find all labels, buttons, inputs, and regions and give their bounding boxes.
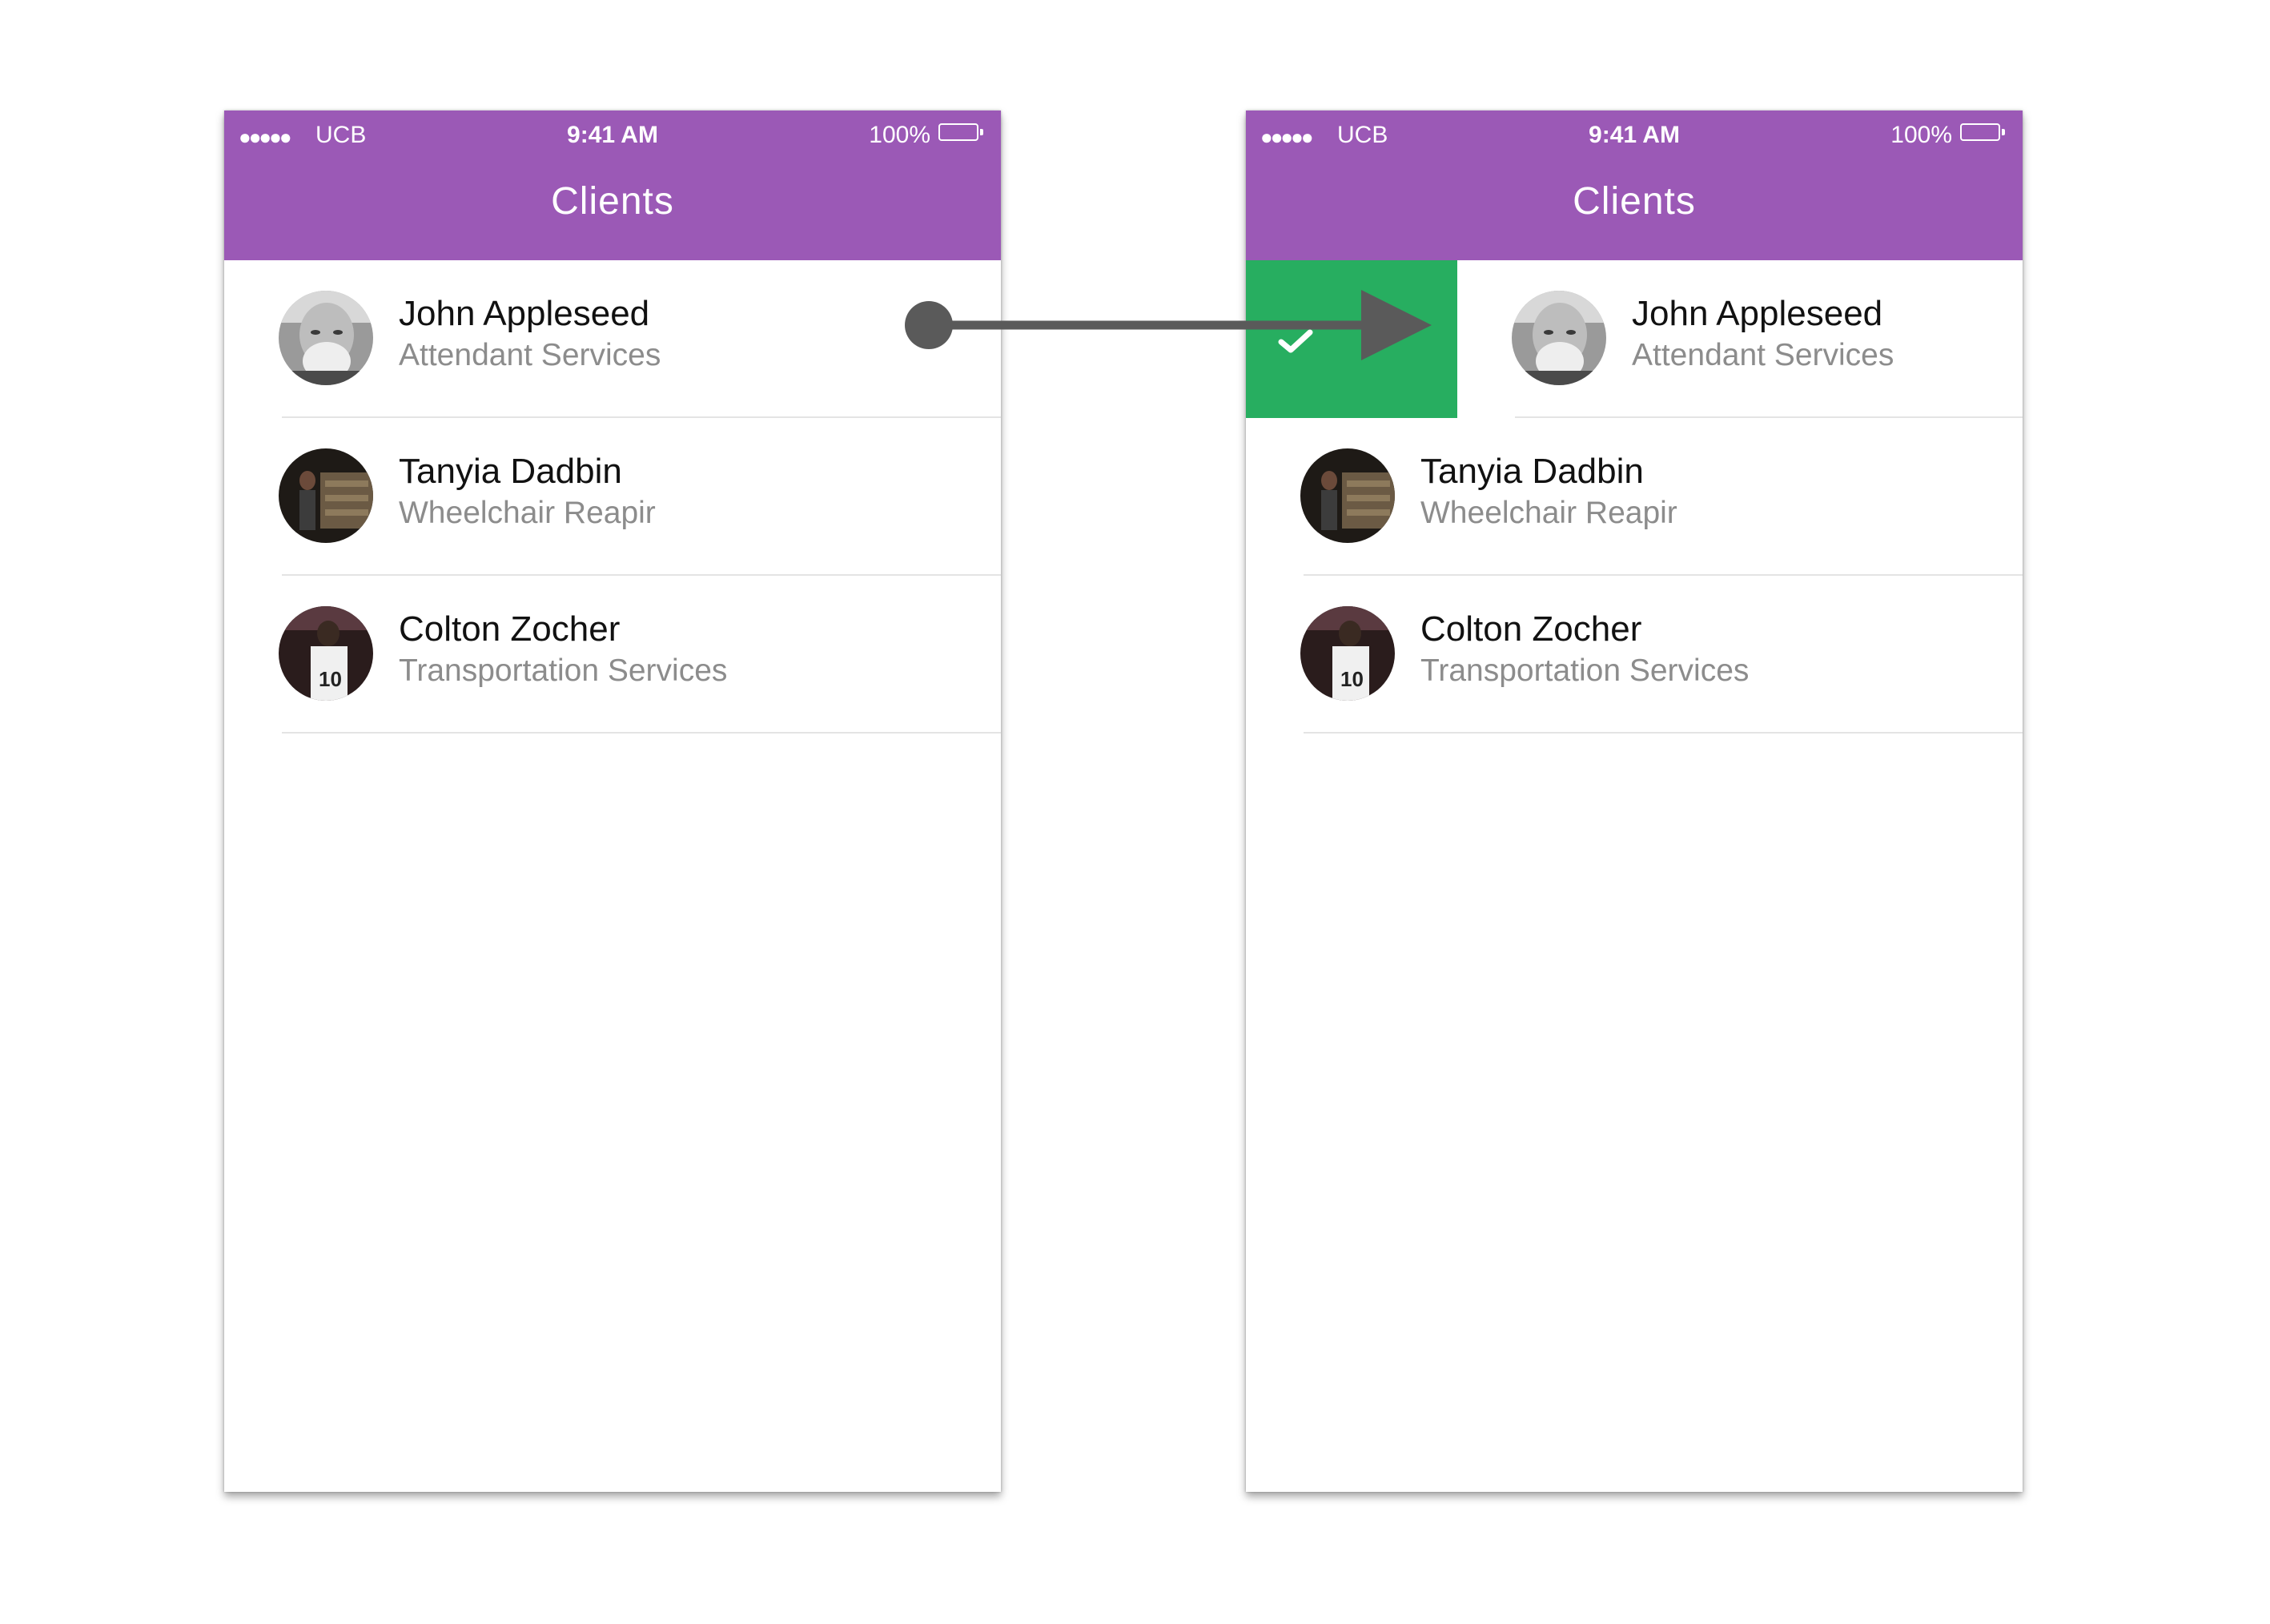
client-row-content[interactable]: Tanyia Dadbin Wheelchair Reapir <box>1246 418 2023 576</box>
avatar <box>279 448 373 543</box>
check-icon <box>1278 329 1313 353</box>
status-bar: ●●●●● UCB 9:41 AM 100% <box>1246 111 2023 155</box>
client-service: Wheelchair Reapir <box>1420 496 1677 530</box>
complete-action-button[interactable] <box>1246 260 1457 418</box>
avatar <box>279 291 373 385</box>
nav-header: ●●●●● UCB 9:41 AM 100% Clients <box>224 111 1001 260</box>
battery-icon <box>938 123 983 144</box>
client-name: John Appleseed <box>399 294 650 333</box>
avatar: 10 <box>1300 606 1395 701</box>
client-row[interactable]: John Appleseed Attendant Services <box>224 260 1001 418</box>
svg-text:10: 10 <box>319 667 342 691</box>
client-service: Transportation Services <box>1420 653 1750 688</box>
page-title: Clients <box>1573 180 1696 223</box>
client-row-content[interactable]: Tanyia Dadbin Wheelchair Reapir <box>224 418 1001 576</box>
client-row-content[interactable]: 10 Colton Zocher Transportation Services <box>1246 576 2023 734</box>
phone-screen-after: ●●●●● UCB 9:41 AM 100% Clients John Appl… <box>1246 111 2023 1492</box>
client-service: Attendant Services <box>1632 338 1894 372</box>
client-name: Colton Zocher <box>1420 609 1642 649</box>
battery-percentage: 100% <box>1890 122 1952 148</box>
client-name: Tanyia Dadbin <box>399 452 622 491</box>
nav-header: ●●●●● UCB 9:41 AM 100% Clients <box>1246 111 2023 260</box>
client-service: Transportation Services <box>399 653 728 688</box>
row-divider <box>282 732 1001 734</box>
client-row-content[interactable]: 10 Colton Zocher Transportation Services <box>224 576 1001 734</box>
client-row[interactable]: Tanyia Dadbin Wheelchair Reapir <box>224 418 1001 576</box>
client-row-swiped[interactable]: John Appleseed Attendant Services <box>1246 260 2023 418</box>
client-service: Attendant Services <box>399 338 661 372</box>
status-bar: ●●●●● UCB 9:41 AM 100% <box>224 111 1001 155</box>
client-name: Colton Zocher <box>399 609 621 649</box>
avatar <box>1512 291 1606 385</box>
client-row-content[interactable]: John Appleseed Attendant Services <box>1457 260 2023 418</box>
phone-screen-before: ●●●●● UCB 9:41 AM 100% Clients John Appl… <box>224 111 1001 1492</box>
avatar <box>1300 448 1395 543</box>
client-row-content[interactable]: John Appleseed Attendant Services <box>224 260 1001 418</box>
client-row[interactable]: Tanyia Dadbin Wheelchair Reapir <box>1246 418 2023 576</box>
client-row[interactable]: 10 Colton Zocher Transportation Services <box>224 576 1001 734</box>
client-list: John Appleseed Attendant Services Tanyia… <box>224 260 1001 734</box>
battery-icon <box>1960 123 2005 144</box>
avatar: 10 <box>279 606 373 701</box>
client-name: Tanyia Dadbin <box>1420 452 1644 491</box>
page-title: Clients <box>551 180 674 223</box>
client-service: Wheelchair Reapir <box>399 496 656 530</box>
svg-text:10: 10 <box>1340 667 1364 691</box>
row-divider <box>1304 732 2023 734</box>
client-list: John Appleseed Attendant Services Tanyia… <box>1246 260 2023 734</box>
client-row[interactable]: 10 Colton Zocher Transportation Services <box>1246 576 2023 734</box>
battery-percentage: 100% <box>869 122 930 148</box>
client-name: John Appleseed <box>1632 294 1883 333</box>
